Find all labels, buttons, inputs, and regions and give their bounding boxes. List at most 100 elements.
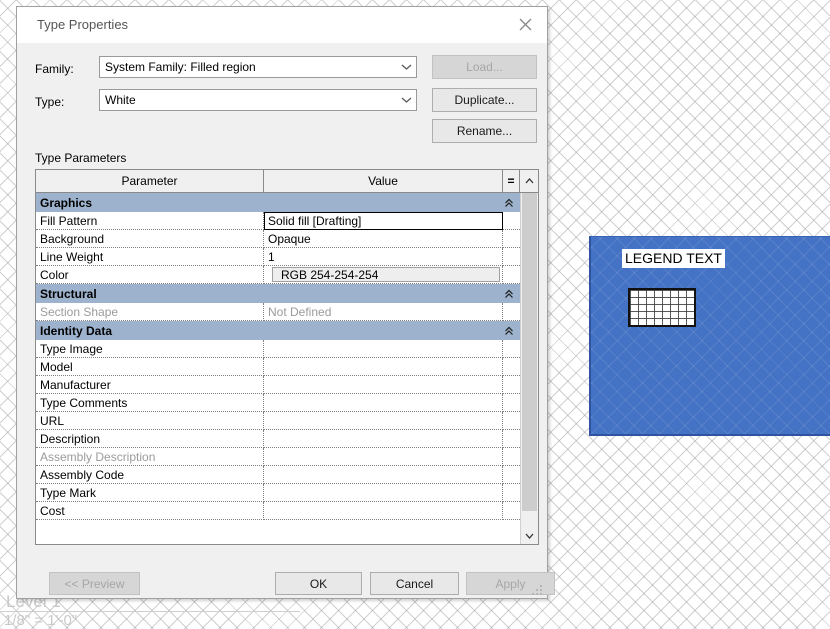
column-header-equals[interactable]: = bbox=[503, 170, 520, 192]
parameter-row[interactable]: URL bbox=[36, 412, 520, 430]
hatched-region-swatch[interactable] bbox=[628, 288, 696, 327]
parameter-row[interactable]: Color RGB 254-254-254 bbox=[36, 266, 520, 284]
parameter-row[interactable]: Section ShapeNot Defined bbox=[36, 303, 520, 321]
chevron-down-icon bbox=[396, 63, 416, 71]
grid-header-row: Parameter Value = bbox=[36, 170, 538, 193]
family-combobox-value: System Family: Filled region bbox=[100, 60, 396, 74]
parameter-value-cell[interactable] bbox=[264, 484, 503, 502]
parameter-value-cell[interactable] bbox=[264, 340, 503, 358]
scroll-down-icon[interactable] bbox=[521, 527, 538, 544]
preview-button[interactable]: << Preview bbox=[49, 572, 140, 595]
parameter-equals-cell[interactable] bbox=[503, 394, 520, 412]
parameter-group-header[interactable]: Graphics bbox=[36, 193, 520, 212]
parameter-equals-cell[interactable] bbox=[503, 230, 520, 248]
parameter-equals-cell[interactable] bbox=[503, 248, 520, 266]
parameter-row[interactable]: Line Weight1 bbox=[36, 248, 520, 266]
parameter-name-cell: Background bbox=[36, 230, 264, 248]
parameter-value-cell[interactable] bbox=[264, 376, 503, 394]
parameter-value-cell[interactable]: 1 bbox=[264, 248, 503, 266]
rename-button[interactable]: Rename... bbox=[432, 119, 537, 143]
parameter-name-cell: Fill Pattern bbox=[36, 212, 264, 230]
collapse-chevron-icon[interactable] bbox=[498, 193, 520, 212]
parameter-name-cell: Type Mark bbox=[36, 484, 264, 502]
type-label: Type: bbox=[35, 95, 64, 109]
column-header-value[interactable]: Value bbox=[264, 170, 503, 192]
collapse-chevron-icon[interactable] bbox=[498, 284, 520, 303]
legend-text-label[interactable]: LEGEND TEXT bbox=[622, 249, 725, 268]
parameter-group-label: Structural bbox=[36, 284, 498, 303]
parameter-equals-cell[interactable] bbox=[503, 358, 520, 376]
parameter-row[interactable]: Cost bbox=[36, 502, 520, 520]
parameter-value-cell[interactable] bbox=[264, 412, 503, 430]
collapse-chevron-icon[interactable] bbox=[498, 321, 520, 340]
parameter-name-cell: Type Image bbox=[36, 340, 264, 358]
close-icon[interactable] bbox=[503, 7, 547, 42]
grid-rows: GraphicsFill PatternSolid fill [Drafting… bbox=[36, 193, 520, 544]
parameter-equals-cell[interactable] bbox=[503, 430, 520, 448]
parameter-value-cell[interactable] bbox=[264, 466, 503, 484]
parameter-equals-cell[interactable] bbox=[503, 448, 520, 466]
parameter-name-cell: Section Shape bbox=[36, 303, 264, 321]
type-properties-dialog: Type Properties Family: System Family: F… bbox=[16, 6, 548, 599]
parameter-name-cell: Manufacturer bbox=[36, 376, 264, 394]
parameter-value-cell[interactable]: Not Defined bbox=[264, 303, 503, 321]
scrollbar-thumb[interactable] bbox=[522, 193, 537, 511]
column-header-parameter[interactable]: Parameter bbox=[36, 170, 264, 192]
load-button[interactable]: Load... bbox=[432, 55, 537, 79]
parameter-group-header[interactable]: Structural bbox=[36, 284, 520, 303]
cancel-button[interactable]: Cancel bbox=[370, 572, 459, 595]
chevron-down-icon bbox=[396, 96, 416, 104]
parameter-value-cell[interactable] bbox=[264, 430, 503, 448]
parameter-equals-cell[interactable] bbox=[503, 502, 520, 520]
ok-button[interactable]: OK bbox=[275, 572, 362, 595]
grid-vertical-scrollbar[interactable] bbox=[520, 193, 538, 544]
parameter-value-cell[interactable]: RGB 254-254-254 bbox=[264, 266, 503, 284]
parameter-value-cell[interactable] bbox=[264, 448, 503, 466]
parameter-row[interactable]: Description bbox=[36, 430, 520, 448]
parameter-row[interactable]: Assembly Code bbox=[36, 466, 520, 484]
parameter-name-cell: Color bbox=[36, 266, 264, 284]
parameter-row[interactable]: BackgroundOpaque bbox=[36, 230, 520, 248]
type-parameters-label: Type Parameters bbox=[35, 151, 126, 165]
color-picker-button[interactable]: RGB 254-254-254 bbox=[272, 267, 500, 282]
parameter-equals-cell[interactable] bbox=[503, 412, 520, 430]
parameter-group-label: Identity Data bbox=[36, 321, 498, 340]
parameter-equals-cell[interactable] bbox=[503, 303, 520, 321]
parameter-name-cell: Cost bbox=[36, 502, 264, 520]
parameter-value-cell[interactable]: Opaque bbox=[264, 230, 503, 248]
parameter-equals-cell[interactable] bbox=[503, 266, 520, 284]
type-combobox[interactable]: White bbox=[99, 89, 417, 111]
parameter-name-cell: URL bbox=[36, 412, 264, 430]
parameter-row[interactable]: Fill PatternSolid fill [Drafting] bbox=[36, 212, 520, 230]
parameter-row[interactable]: Assembly Description bbox=[36, 448, 520, 466]
dialog-title: Type Properties bbox=[37, 17, 128, 32]
family-combobox[interactable]: System Family: Filled region bbox=[99, 56, 417, 78]
type-combobox-value: White bbox=[100, 93, 396, 107]
parameter-group-label: Graphics bbox=[36, 193, 498, 212]
parameter-row[interactable]: Type Image bbox=[36, 340, 520, 358]
duplicate-button[interactable]: Duplicate... bbox=[432, 88, 537, 112]
parameter-group-header[interactable]: Identity Data bbox=[36, 321, 520, 340]
view-scale-label: 1/8" = 1'-0" bbox=[4, 612, 77, 629]
parameter-row[interactable]: Type Comments bbox=[36, 394, 520, 412]
parameter-value-cell[interactable]: Solid fill [Drafting] bbox=[264, 212, 503, 230]
parameter-equals-cell[interactable] bbox=[503, 376, 520, 394]
parameter-row[interactable]: Model bbox=[36, 358, 520, 376]
scroll-up-icon[interactable] bbox=[520, 170, 538, 192]
resize-grip-icon[interactable] bbox=[532, 583, 544, 595]
parameter-name-cell: Type Comments bbox=[36, 394, 264, 412]
parameter-equals-cell[interactable] bbox=[503, 340, 520, 358]
family-label: Family: bbox=[35, 62, 74, 76]
parameter-value-cell[interactable] bbox=[264, 502, 503, 520]
parameter-row[interactable]: Manufacturer bbox=[36, 376, 520, 394]
parameter-name-cell: Line Weight bbox=[36, 248, 264, 266]
dialog-titlebar[interactable]: Type Properties bbox=[17, 7, 547, 44]
parameter-equals-cell[interactable] bbox=[503, 466, 520, 484]
parameter-equals-cell[interactable] bbox=[503, 212, 520, 230]
parameter-value-cell[interactable] bbox=[264, 358, 503, 376]
type-parameters-grid: Parameter Value = GraphicsFill PatternSo… bbox=[35, 169, 539, 545]
parameter-name-cell: Assembly Code bbox=[36, 466, 264, 484]
parameter-equals-cell[interactable] bbox=[503, 484, 520, 502]
parameter-row[interactable]: Type Mark bbox=[36, 484, 520, 502]
parameter-value-cell[interactable] bbox=[264, 394, 503, 412]
